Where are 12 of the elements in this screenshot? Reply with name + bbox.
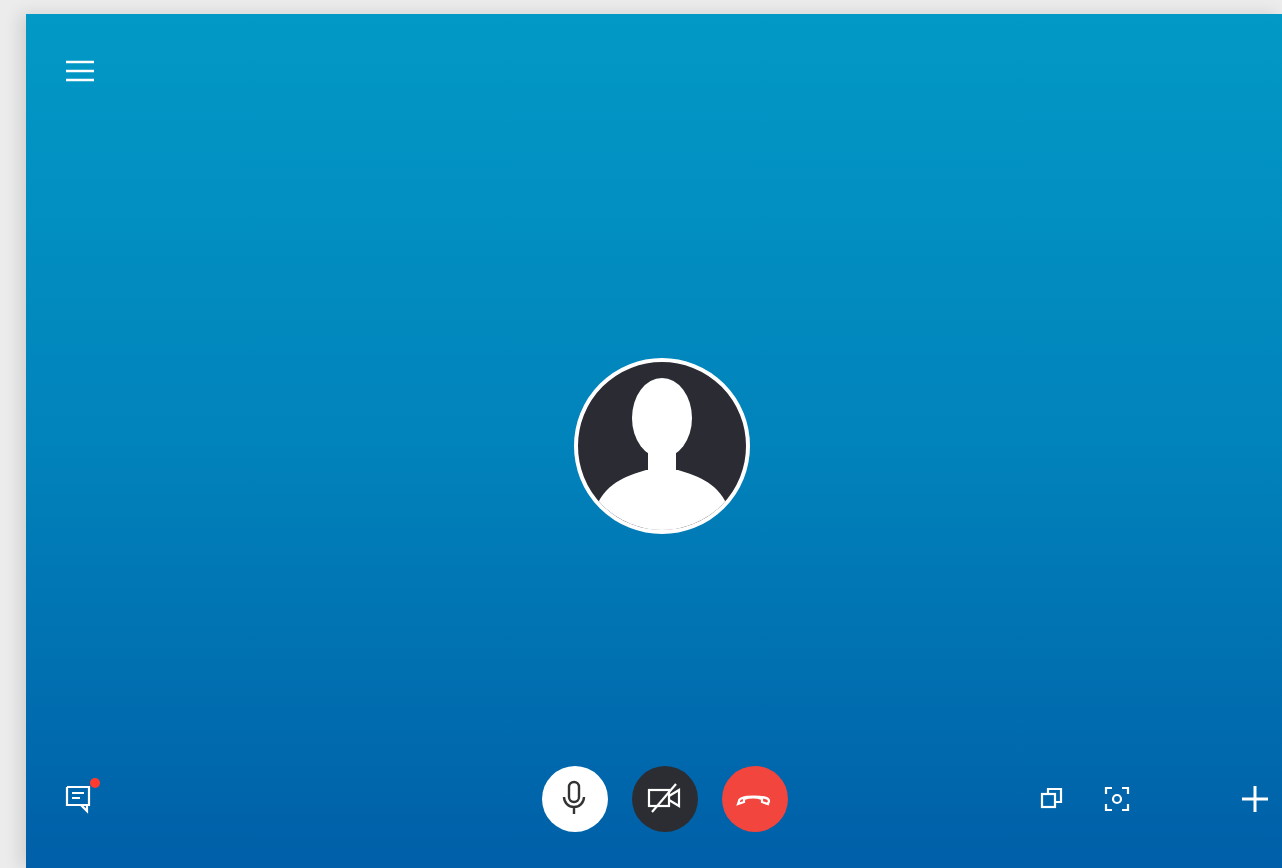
phone-icon — [736, 790, 772, 806]
menu-icon — [66, 60, 94, 82]
hang-up-button[interactable] — [721, 765, 787, 831]
video-icon — [646, 782, 682, 814]
chat-icon — [64, 782, 96, 814]
microphone-icon — [560, 780, 588, 816]
plus-icon — [1242, 785, 1268, 811]
camera-focus-icon — [1104, 785, 1130, 811]
microphone-button[interactable] — [541, 765, 607, 831]
avatar-icon — [574, 357, 750, 533]
video-button[interactable] — [631, 765, 697, 831]
windows-icon — [1040, 786, 1064, 810]
